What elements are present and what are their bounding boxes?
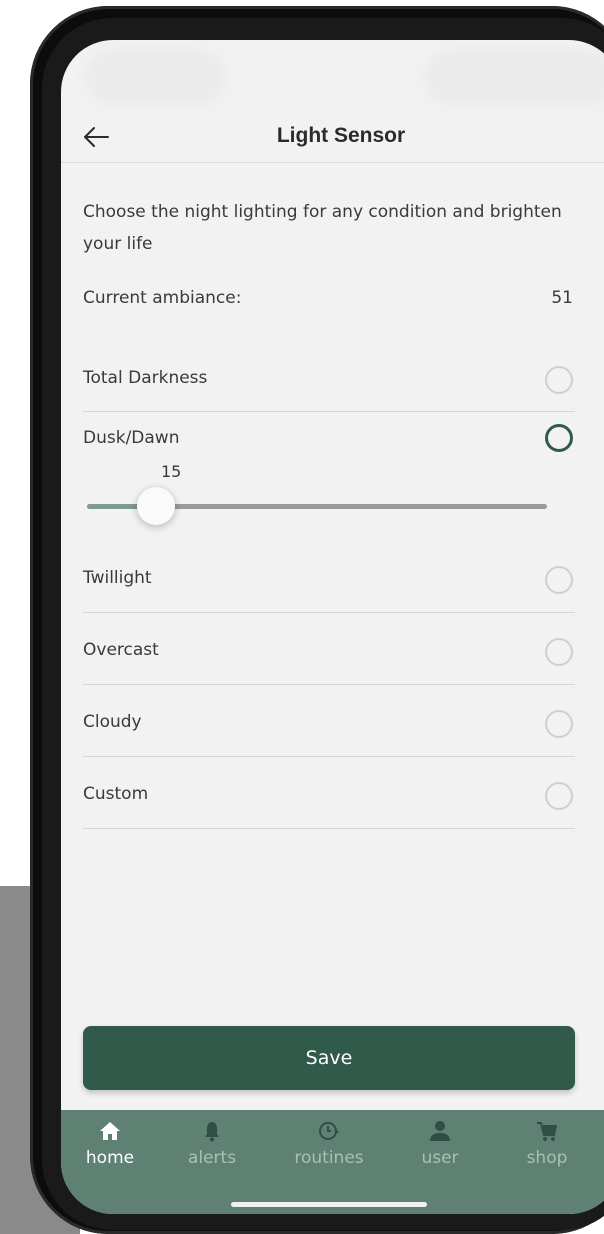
divider bbox=[83, 612, 575, 613]
header-divider bbox=[61, 162, 604, 163]
status-bar-icons-blurred bbox=[425, 50, 604, 104]
ambiance-label: Current ambiance: bbox=[83, 288, 242, 308]
slider-value: 15 bbox=[161, 462, 182, 481]
clock-icon bbox=[319, 1122, 339, 1140]
tab-label: routines bbox=[294, 1148, 364, 1168]
slider-thumb[interactable] bbox=[137, 487, 175, 525]
tab-label: alerts bbox=[187, 1148, 237, 1168]
top-bar: Light Sensor bbox=[61, 110, 604, 162]
option-custom[interactable]: Custom bbox=[83, 780, 575, 830]
option-twilight[interactable]: Twillight bbox=[83, 564, 575, 614]
ambiance-value: 51 bbox=[551, 288, 573, 308]
divider bbox=[83, 411, 575, 412]
divider bbox=[83, 756, 575, 757]
tab-home[interactable]: home bbox=[65, 1110, 155, 1180]
cart-icon bbox=[537, 1122, 558, 1141]
home-indicator bbox=[231, 1202, 427, 1207]
radio-button[interactable] bbox=[545, 638, 573, 666]
radio-button[interactable] bbox=[545, 366, 573, 394]
option-total-darkness[interactable]: Total Darkness bbox=[83, 364, 575, 414]
radio-button[interactable] bbox=[545, 782, 573, 810]
tab-routines[interactable]: routines bbox=[284, 1110, 374, 1180]
brightness-slider[interactable] bbox=[87, 487, 547, 525]
option-label: Cloudy bbox=[83, 712, 142, 732]
option-cloudy[interactable]: Cloudy bbox=[83, 708, 575, 758]
radio-button-selected[interactable] bbox=[545, 424, 573, 452]
option-label: Custom bbox=[83, 784, 149, 804]
save-button[interactable]: Save bbox=[83, 1026, 575, 1090]
app-screen: Light Sensor Choose the night lighting f… bbox=[61, 40, 604, 1214]
tab-label: user bbox=[421, 1148, 459, 1168]
tab-label: home bbox=[85, 1148, 135, 1168]
tab-user[interactable]: user bbox=[395, 1110, 485, 1180]
user-icon bbox=[430, 1121, 450, 1141]
bell-icon bbox=[205, 1122, 219, 1142]
home-icon bbox=[100, 1122, 120, 1140]
option-label: Dusk/Dawn bbox=[83, 428, 180, 448]
option-label: Twillight bbox=[83, 568, 152, 588]
tab-label: shop bbox=[526, 1148, 568, 1168]
description-text: Choose the night lighting for any condit… bbox=[83, 202, 562, 254]
option-dusk-dawn[interactable]: Dusk/Dawn bbox=[83, 424, 575, 474]
status-bar bbox=[61, 40, 604, 108]
tab-alerts[interactable]: alerts bbox=[167, 1110, 257, 1180]
option-label: Total Darkness bbox=[83, 368, 208, 388]
tab-shop[interactable]: shop bbox=[502, 1110, 592, 1180]
status-bar-time-blurred bbox=[85, 50, 225, 104]
option-overcast[interactable]: Overcast bbox=[83, 636, 575, 686]
bottom-tab-bar: home alerts routines user shop bbox=[61, 1110, 604, 1214]
radio-button[interactable] bbox=[545, 566, 573, 594]
radio-button[interactable] bbox=[545, 710, 573, 738]
divider bbox=[83, 828, 575, 829]
page-title: Light Sensor bbox=[276, 124, 406, 147]
option-label: Overcast bbox=[83, 640, 159, 660]
divider bbox=[83, 684, 575, 685]
